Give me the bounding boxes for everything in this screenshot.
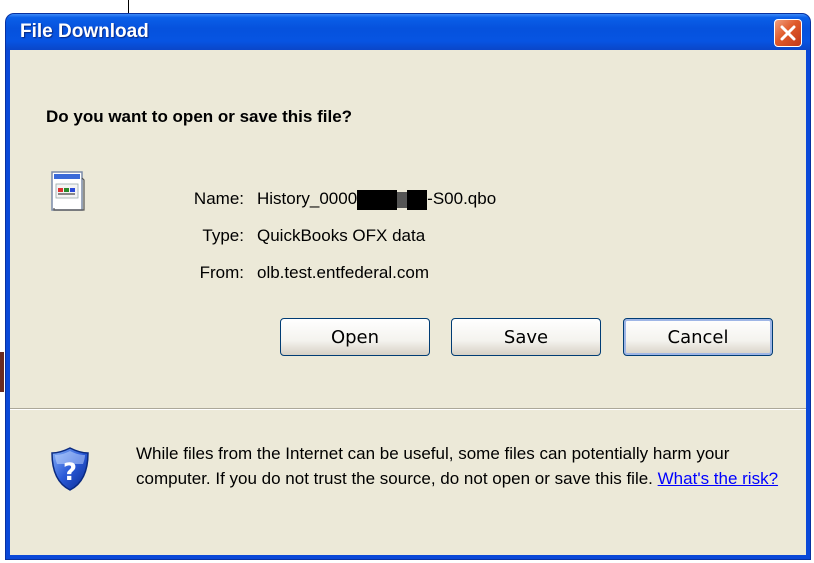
title-bar[interactable]: File Download <box>6 14 810 50</box>
from-label: From: <box>199 263 244 282</box>
cancel-button[interactable]: Cancel <box>623 318 773 356</box>
file-type-value: QuickBooks OFX data <box>257 226 426 245</box>
background-divider <box>128 0 129 14</box>
file-name-prefix: History_0000 <box>257 189 358 208</box>
name-label: Name: <box>193 189 244 208</box>
dialog-body: Do you want to open or save this file? N… <box>10 50 806 555</box>
save-button[interactable]: Save <box>451 318 601 356</box>
file-name-value: History_0000 -S00.qbo <box>257 189 496 210</box>
security-shield-question-icon: ? <box>51 447 89 491</box>
type-label: Type: <box>202 226 244 245</box>
qbo-file-icon <box>51 171 85 211</box>
open-button[interactable]: Open <box>280 318 430 356</box>
dialog-question: Do you want to open or save this file? <box>46 107 353 126</box>
warning-message: While files from the Internet can be use… <box>136 441 786 491</box>
divider-highlight <box>10 409 806 410</box>
background-edge <box>0 352 4 392</box>
file-download-dialog: File Download Do you want to open or sav… <box>6 14 810 559</box>
whats-the-risk-link[interactable]: What's the risk? <box>658 469 778 488</box>
redaction-block <box>357 189 428 210</box>
svg-text:?: ? <box>63 458 77 486</box>
dialog-title: File Download <box>20 21 149 42</box>
warning-text: While files from the Internet can be use… <box>136 444 730 488</box>
close-button[interactable] <box>774 19 802 47</box>
close-icon <box>780 25 796 41</box>
file-name-suffix: -S00.qbo <box>427 189 497 208</box>
file-source-value: olb.test.entfederal.com <box>257 263 429 282</box>
